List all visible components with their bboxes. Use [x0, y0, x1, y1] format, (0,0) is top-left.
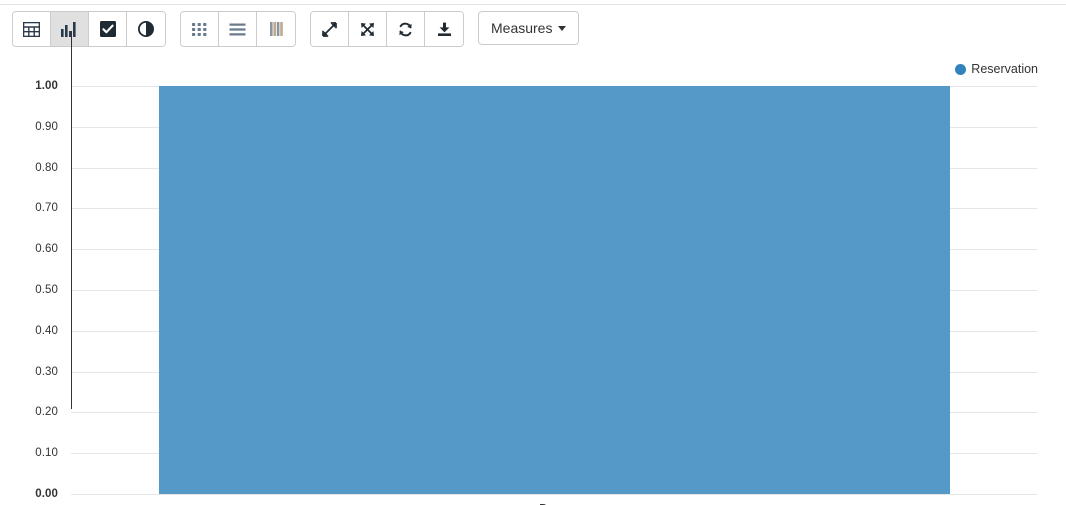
columns-layout-button[interactable]	[257, 12, 295, 46]
grid-layout-button[interactable]	[181, 12, 219, 46]
resize-button[interactable]	[311, 12, 349, 46]
refresh-icon	[398, 22, 413, 37]
measures-dropdown-button[interactable]: Measures	[478, 11, 580, 45]
fullscreen-button[interactable]	[349, 12, 387, 46]
chevron-down-icon	[558, 25, 567, 31]
refresh-button[interactable]	[387, 12, 425, 46]
chart-panel: Measures Reservation 1.00 0.90 0.80 0.70 0.6…	[0, 0, 1066, 505]
vertical-bars-icon	[269, 22, 283, 36]
chart-toolbar: Measures	[12, 11, 580, 47]
list-lines-icon	[229, 23, 246, 36]
checkbox-icon	[99, 21, 116, 37]
chart-canvas: Reservation 1.00 0.90 0.80 0.70 0.60 0.50 0.40…	[0, 55, 1066, 505]
table-grid-icon	[23, 21, 40, 37]
view-mode-button-group	[12, 11, 166, 47]
download-icon	[437, 22, 452, 37]
contrast-view-button[interactable]	[127, 12, 165, 46]
chart-actions-button-group	[310, 11, 464, 47]
x-axis-labels: Done	[0, 55, 1066, 505]
panel-top-divider	[0, 4, 1066, 5]
checkbox-view-button[interactable]	[89, 12, 127, 46]
list-layout-button[interactable]	[219, 12, 257, 46]
y-axis-line	[71, 31, 72, 409]
expand-arrows-icon	[360, 22, 375, 37]
contrast-icon	[138, 21, 154, 37]
measures-label: Measures	[491, 20, 553, 36]
bar-chart-view-button[interactable]	[51, 12, 89, 46]
download-button[interactable]	[425, 12, 463, 46]
resize-diagonal-icon	[322, 21, 337, 37]
layout-mode-button-group	[180, 11, 296, 47]
dot-grid-icon	[192, 22, 207, 36]
table-view-button[interactable]	[13, 12, 51, 46]
bar-chart-icon	[61, 21, 78, 37]
